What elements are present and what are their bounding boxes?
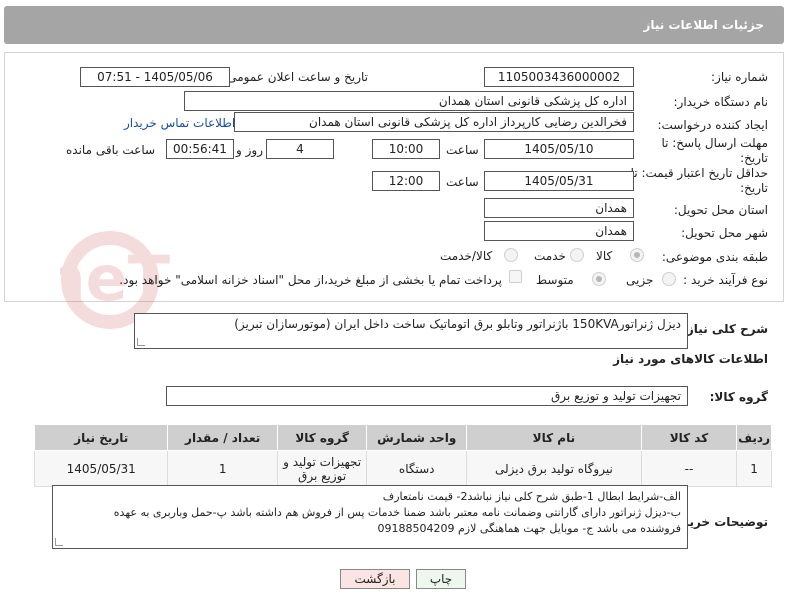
city-field: همدان bbox=[484, 221, 634, 241]
goods-section-title: اطلاعات کالاهای مورد نیاز bbox=[613, 352, 768, 366]
treasury-payment-note: پرداخت تمام یا بخشی از مبلغ خرید،از محل … bbox=[119, 273, 502, 287]
col-group: گروه کالا bbox=[276, 424, 368, 451]
col-row: ردیف bbox=[736, 424, 772, 451]
need-summary-label: شرح کلی نیاز: bbox=[682, 322, 768, 336]
cell-quantity: 1 bbox=[167, 450, 278, 487]
need-details-page: جزئیات اطلاعات نیاز AriaTender.neT شماره… bbox=[0, 0, 788, 606]
deadline-time-field: 10:00 bbox=[372, 139, 440, 159]
cell-unit: دستگاه bbox=[366, 450, 467, 487]
deadline-label: مهلت ارسال پاسخ: تا تاریخ: bbox=[661, 136, 768, 165]
province-field: همدان bbox=[484, 198, 634, 218]
table-row: 1 -- نیروگاه تولید برق دیزلی دستگاه تجهی… bbox=[33, 450, 772, 487]
need-number-label: شماره نیاز: bbox=[711, 70, 768, 84]
validity-time-field: 12:00 bbox=[372, 171, 440, 191]
process-label: نوع فرآیند خرید : bbox=[683, 273, 768, 287]
goods-table-header: ردیف کد کالا نام کالا واحد شمارش گروه کا… bbox=[33, 424, 772, 451]
category-label: طبقه بندی موضوعی: bbox=[661, 250, 768, 264]
days-remaining-field: 4 bbox=[266, 139, 334, 159]
treasury-payment-checkbox[interactable] bbox=[509, 270, 522, 283]
print-button[interactable]: چاپ bbox=[416, 569, 466, 589]
city-label: شهر محل تحویل: bbox=[681, 226, 768, 240]
process-minor-label: جزیی bbox=[626, 273, 654, 287]
category-goods-label: کالا bbox=[596, 249, 613, 263]
category-service-radio[interactable] bbox=[570, 248, 584, 262]
goods-group-label: گروه کالا: bbox=[709, 390, 768, 404]
cell-need-date: 1405/05/31 bbox=[33, 450, 169, 487]
process-medium-radio[interactable] bbox=[592, 272, 606, 286]
validity-date-field: 1405/05/31 bbox=[484, 171, 634, 191]
buyer-notes-field: الف-شرایط ابطال 1-طبق شرح کلی نیاز نباشد… bbox=[52, 485, 688, 549]
need-summary-text: دیزل ژنراتور150KVA باژنراتور وتابلو برق … bbox=[234, 317, 681, 331]
validity-label: حداقل تاریخ اعتبار قیمت: تا تاریخ: bbox=[630, 166, 768, 195]
buyer-notes-line: ب-دیزل ژنراتور دارای گارانتی وضمانت نامه… bbox=[113, 506, 681, 519]
remaining-time-field: 00:56:41 bbox=[166, 139, 234, 159]
buyer-contact-link[interactable]: اطلاعات تماس خریدار bbox=[124, 116, 235, 130]
province-label: استان محل تحویل: bbox=[673, 203, 768, 217]
col-name: نام کالا bbox=[465, 424, 642, 451]
goods-table: ردیف کد کالا نام کالا واحد شمارش گروه کا… bbox=[33, 424, 772, 487]
col-code: کد کالا bbox=[640, 424, 738, 451]
validity-time-label: ساعت bbox=[446, 175, 479, 189]
col-unit: واحد شمارش bbox=[366, 424, 467, 451]
announce-datetime-field: 1405/05/06 - 07:51 bbox=[80, 67, 230, 87]
resize-handle-icon[interactable] bbox=[137, 338, 145, 346]
cell-code: -- bbox=[640, 450, 738, 487]
resize-handle-icon[interactable] bbox=[55, 538, 63, 546]
goods-group-field: تجهیزات تولید و توزیع برق bbox=[166, 386, 688, 406]
deadline-time-label: ساعت bbox=[446, 143, 479, 157]
cell-row: 1 bbox=[736, 450, 772, 487]
buyer-org-field: اداره کل پزشکی قانونی استان همدان bbox=[184, 91, 634, 111]
creator-label: ایجاد کننده درخواست: bbox=[657, 118, 768, 132]
category-goods-radio[interactable] bbox=[630, 248, 644, 262]
days-label: روز و bbox=[236, 143, 263, 157]
process-medium-label: متوسط bbox=[536, 273, 574, 287]
category-goods-service-label: کالا/خدمت bbox=[440, 249, 493, 263]
creator-field: فخرالدین رضایی کارپرداز اداره کل پزشکی ق… bbox=[234, 112, 634, 132]
need-number-field: 1105003436000002 bbox=[484, 67, 634, 87]
page-header: جزئیات اطلاعات نیاز bbox=[4, 6, 784, 44]
deadline-date-field: 1405/05/10 bbox=[484, 139, 634, 159]
remaining-time-label: ساعت باقی مانده bbox=[66, 143, 156, 157]
buyer-notes-line: فروشنده می باشد ج- موبایل جهت هماهنگی لا… bbox=[377, 522, 681, 535]
page-title: جزئیات اطلاعات نیاز bbox=[643, 18, 764, 32]
back-button[interactable]: بازگشت bbox=[340, 569, 410, 589]
need-summary-field: دیزل ژنراتور150KVA باژنراتور وتابلو برق … bbox=[134, 313, 688, 349]
buyer-org-label: نام دستگاه خریدار: bbox=[673, 95, 769, 109]
cell-group: تجهیزات تولید و توزیع برق bbox=[276, 450, 368, 487]
process-minor-radio[interactable] bbox=[662, 272, 676, 286]
category-goods-service-radio[interactable] bbox=[504, 248, 518, 262]
cell-name: نیروگاه تولید برق دیزلی bbox=[465, 450, 642, 487]
col-need-date: تاریخ نیاز bbox=[33, 424, 169, 451]
category-service-label: خدمت bbox=[534, 249, 566, 263]
col-quantity: تعداد / مقدار bbox=[167, 424, 278, 451]
buyer-notes-line: الف-شرایط ابطال 1-طبق شرح کلی نیاز نباشد… bbox=[382, 490, 681, 503]
announce-label: تاریخ و ساعت اعلان عمومی: bbox=[223, 70, 368, 84]
